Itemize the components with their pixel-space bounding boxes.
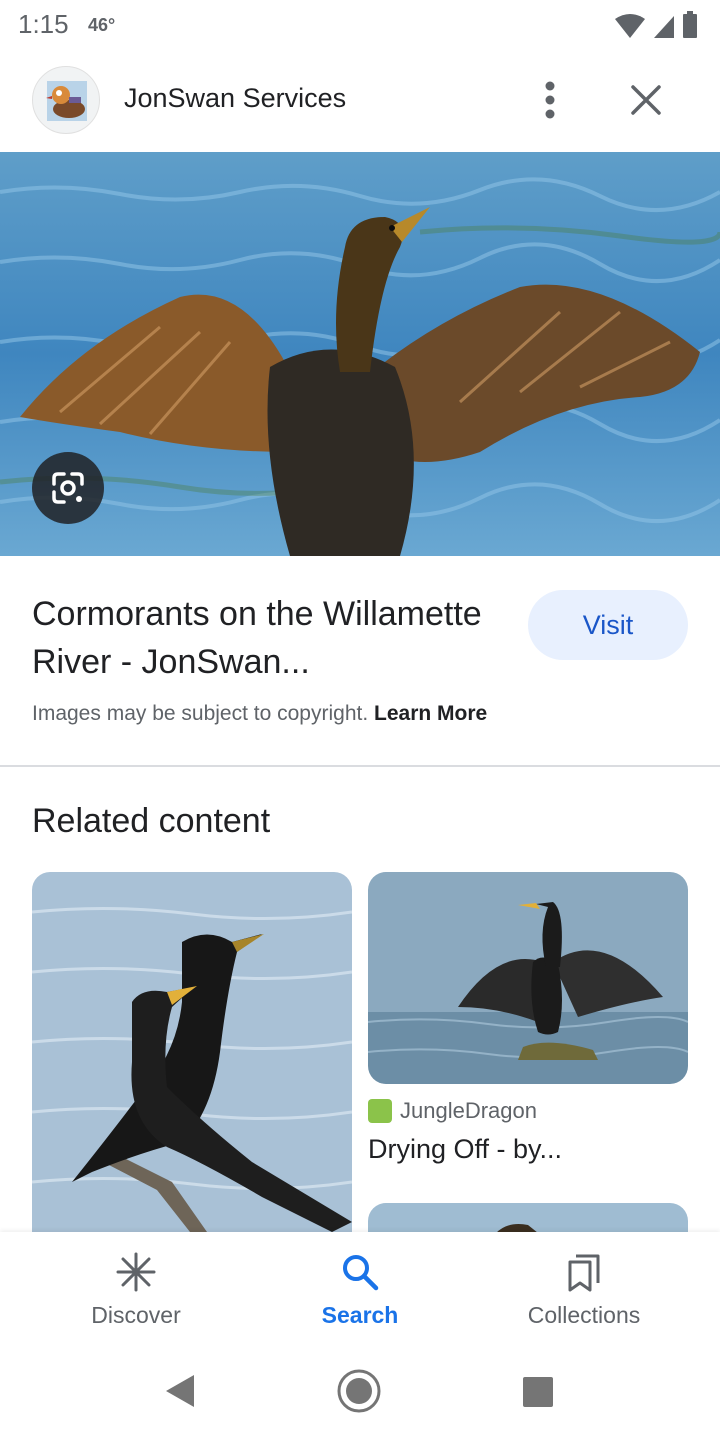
card-source[interactable]: JungleDragon <box>368 1098 537 1124</box>
site-header: JonSwan Services <box>0 52 720 148</box>
nav-search[interactable]: Search <box>240 1232 480 1342</box>
nav-collections[interactable]: Collections <box>464 1232 704 1342</box>
copyright-text: Images may be subject to copyright. <box>32 702 369 725</box>
source-name: JungleDragon <box>400 1098 537 1123</box>
cormorant-drying-wings-on-rock <box>368 872 688 1084</box>
home-icon[interactable] <box>336 1368 382 1414</box>
status-time: 1:15 <box>18 9 69 39</box>
site-favicon[interactable] <box>32 66 100 134</box>
hero-image[interactable] <box>0 152 720 556</box>
signal-icon <box>654 16 674 38</box>
two-cormorants-on-branch <box>32 872 352 1232</box>
site-name[interactable]: JonSwan Services <box>124 83 346 114</box>
nav-discover[interactable]: Discover <box>16 1232 256 1342</box>
section-divider <box>0 765 720 767</box>
more-options-button[interactable] <box>530 78 570 122</box>
status-icons <box>614 11 698 39</box>
battery-icon <box>683 11 697 38</box>
recents-icon[interactable] <box>522 1376 554 1408</box>
cormorant-spreading-wings-over-water <box>0 152 720 556</box>
nav-label: Search <box>321 1302 399 1328</box>
status-temperature: 46° <box>88 15 116 35</box>
close-button[interactable] <box>624 78 668 122</box>
related-content-heading: Related content <box>32 802 271 840</box>
nav-label: Discover <box>91 1302 181 1328</box>
copyright-notice: Images may be subject to copyright. Lear… <box>32 702 487 726</box>
close-icon <box>631 85 661 115</box>
search-icon <box>343 1255 379 1291</box>
more-vert-icon <box>545 81 555 119</box>
related-card[interactable] <box>368 872 688 1084</box>
mandarin-duck-favicon <box>46 81 87 121</box>
google-lens-icon <box>52 472 84 504</box>
related-card[interactable] <box>32 872 352 1232</box>
visit-button[interactable]: Visit <box>528 590 688 660</box>
jungledragon-icon <box>368 1099 392 1123</box>
discover-asterisk-icon <box>116 1252 156 1292</box>
status-bar: 1:15 46° <box>0 0 720 52</box>
result-title[interactable]: Cormorants on the Willamette River - Jon… <box>32 590 512 686</box>
learn-more-link[interactable]: Learn More <box>374 702 487 725</box>
lens-search-button[interactable] <box>32 452 104 524</box>
wifi-icon <box>615 14 645 38</box>
back-icon[interactable] <box>164 1374 196 1408</box>
bottom-navigation: Discover Search Collections <box>0 1232 720 1342</box>
card-caption[interactable]: Drying Off - by... <box>368 1134 562 1165</box>
system-navigation-bar <box>0 1342 720 1440</box>
collections-bookmark-icon <box>568 1254 600 1292</box>
nav-label: Collections <box>527 1302 641 1328</box>
